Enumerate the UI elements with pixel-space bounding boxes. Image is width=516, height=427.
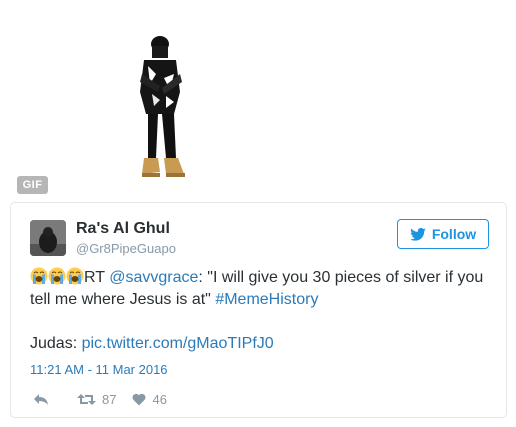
dancing-figure-image — [140, 36, 185, 177]
tweet-actions: 87 46 — [33, 389, 167, 409]
twitter-bird-icon — [410, 227, 426, 241]
avatar-image — [30, 220, 66, 256]
author-name[interactable]: Ra's Al Ghul — [76, 220, 170, 238]
like-button[interactable]: 46 — [132, 391, 167, 407]
follow-button[interactable]: Follow — [397, 219, 489, 249]
like-count: 46 — [152, 391, 167, 407]
loudly-crying-face-icon — [66, 267, 84, 285]
judas-prefix: Judas: — [30, 335, 82, 352]
loudly-crying-face-icon — [30, 267, 48, 285]
mention-link[interactable]: @savvgrace — [109, 269, 198, 286]
retweet-icon — [77, 393, 96, 405]
gif-media[interactable]: GIF — [0, 0, 516, 200]
tweet-timestamp[interactable]: 11:21 AM - 11 Mar 2016 — [30, 362, 168, 377]
retweet-button[interactable]: 87 — [77, 392, 116, 407]
author-handle[interactable]: @Gr8PipeGuapo — [76, 241, 176, 256]
hashtag-link[interactable]: #MemeHistory — [215, 291, 318, 308]
pic-link[interactable]: pic.twitter.com/gMaoTIPfJ0 — [82, 335, 274, 352]
loudly-crying-face-icon — [48, 267, 66, 285]
reply-button[interactable] — [33, 393, 49, 406]
reply-icon — [34, 393, 48, 405]
retweet-count: 87 — [102, 391, 117, 407]
rt-prefix: RT — [84, 269, 110, 286]
tweet-text: RT @savvgrace: "I will give you 30 piece… — [30, 267, 490, 355]
embedded-tweet-card: Ra's Al Ghul @Gr8PipeGuapo Follow RT @sa… — [10, 202, 507, 418]
follow-label: Follow — [431, 226, 477, 242]
heart-icon — [132, 393, 146, 405]
avatar[interactable] — [30, 220, 66, 256]
gif-badge: GIF — [17, 176, 48, 194]
